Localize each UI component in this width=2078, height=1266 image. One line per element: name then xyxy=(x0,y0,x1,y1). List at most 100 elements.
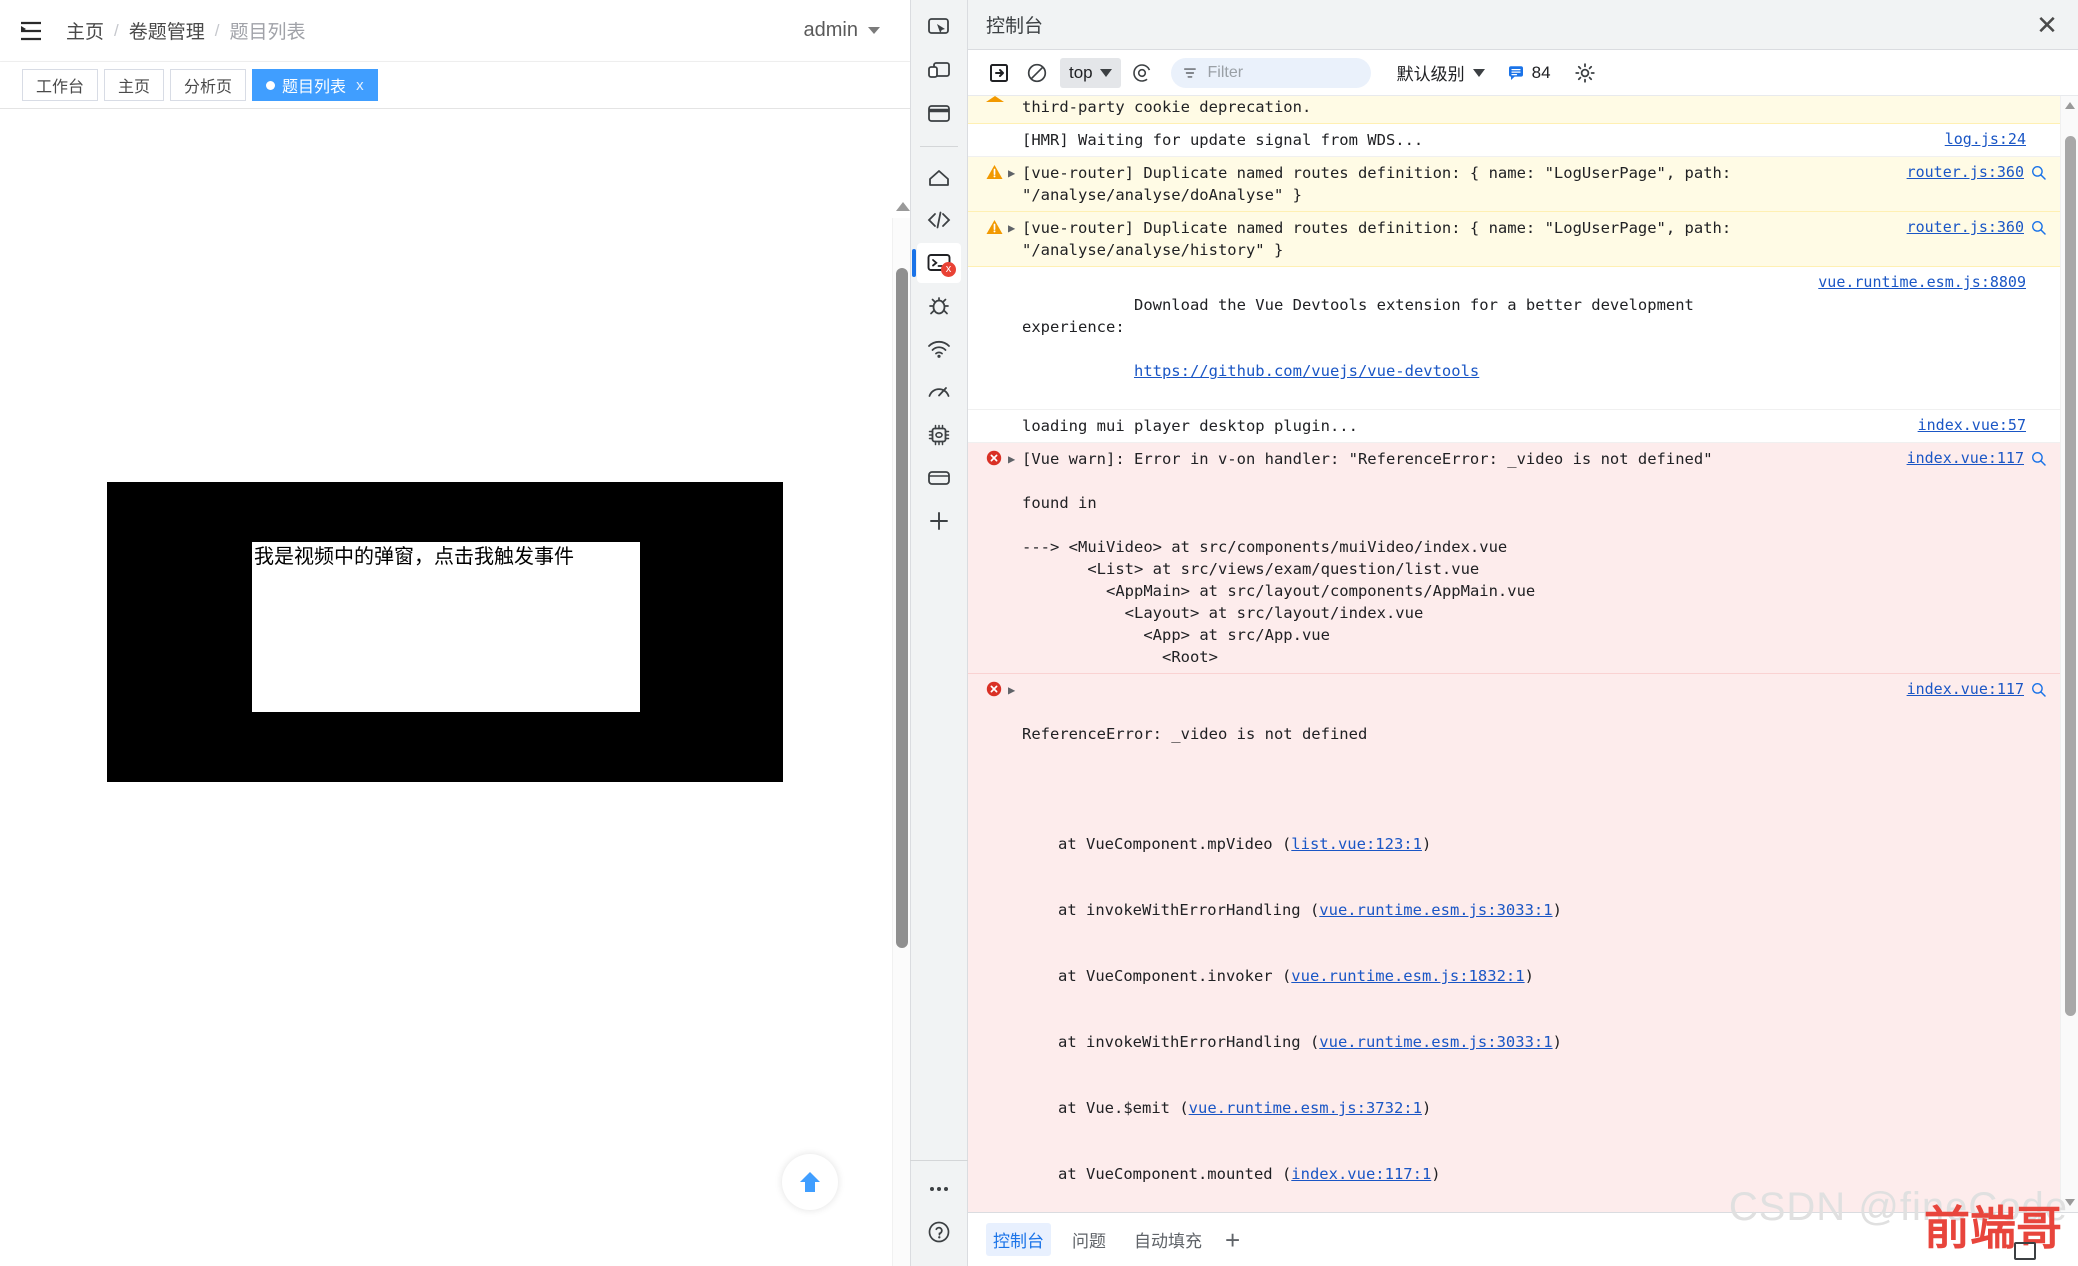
stack-link[interactable]: vue.runtime.esm.js:3732:1 xyxy=(1189,1099,1422,1117)
add-tab-icon[interactable]: + xyxy=(1225,1227,1240,1253)
app-vertical-scrollbar[interactable] xyxy=(892,202,910,1266)
breadcrumb-item-paper-management[interactable]: 卷题管理 xyxy=(129,17,205,44)
expand-arrow-placeholder xyxy=(1008,415,1022,437)
drawer-tab-issues[interactable]: 问题 xyxy=(1065,1223,1113,1256)
performance-gauge-icon[interactable] xyxy=(917,372,961,412)
stack-fn: at invokeWithErrorHandling ( xyxy=(1058,1033,1320,1051)
console-message-error[interactable]: ▶ [Vue warn]: Error in v-on handler: "Re… xyxy=(968,443,2060,674)
expand-arrow-icon[interactable] xyxy=(1008,96,1022,118)
close-icon[interactable]: ✕ xyxy=(2026,6,2068,44)
no-entry-icon[interactable] xyxy=(1020,57,1054,89)
scroll-up-arrow-icon[interactable] xyxy=(896,202,910,211)
add-panel-icon[interactable] xyxy=(917,501,961,541)
help-question-icon[interactable] xyxy=(917,1212,961,1252)
filter-input[interactable] xyxy=(1205,62,1359,83)
expand-arrow-icon[interactable]: ▶ xyxy=(1008,679,1022,1212)
drawer-tab-console[interactable]: 控制台 xyxy=(986,1223,1051,1256)
console-message-log[interactable]: Download the Vue Devtools extension for … xyxy=(968,267,2060,410)
scrollbar-thumb[interactable] xyxy=(896,268,908,948)
gear-icon[interactable] xyxy=(1573,61,1597,85)
warning-triangle-icon xyxy=(986,217,1008,261)
tab-home[interactable]: 主页 xyxy=(104,69,165,101)
magnifier-placeholder xyxy=(2026,415,2046,437)
stack-frame: at Vue.$emit (vue.runtime.esm.js:3732:1) xyxy=(1058,1097,1889,1119)
console-toolbar: top 默认级别 84 xyxy=(968,50,2078,96)
console-message-log[interactable]: [HMR] Waiting for update signal from WDS… xyxy=(968,124,2060,157)
console-source-link[interactable]: router.js:360 xyxy=(1899,162,2024,183)
console-log-area[interactable]: third-party cookie deprecation. [HMR] Wa… xyxy=(968,96,2078,1212)
drawer-tab-autofill[interactable]: 自动填充 xyxy=(1127,1223,1209,1256)
scrollbar-thumb[interactable] xyxy=(2065,136,2076,1016)
magnifier-icon[interactable] xyxy=(2024,162,2046,206)
back-to-top-button[interactable] xyxy=(782,1154,838,1210)
magnifier-icon[interactable] xyxy=(2024,448,2046,668)
console-source-link[interactable]: index.vue:117 xyxy=(1899,679,2024,700)
video-overlay-popup[interactable]: 我是视频中的弹窗，点击我触发事件 xyxy=(252,542,640,712)
console-message-log[interactable]: loading mui player desktop plugin... ind… xyxy=(968,410,2060,443)
breadcrumb-item-home[interactable]: 主页 xyxy=(66,17,104,44)
stack-link[interactable]: list.vue:123:1 xyxy=(1291,835,1422,853)
stack-link[interactable]: vue.runtime.esm.js:3033:1 xyxy=(1319,1033,1552,1051)
console-messages: third-party cookie deprecation. [HMR] Wa… xyxy=(968,96,2060,1212)
close-icon[interactable]: x xyxy=(356,78,364,93)
network-wifi-icon[interactable] xyxy=(917,329,961,369)
console-source-link[interactable]: index.vue:117 xyxy=(1899,448,2024,469)
scroll-up-arrow-icon[interactable] xyxy=(2065,102,2075,109)
expand-arrow-icon[interactable]: ▶ xyxy=(1008,162,1022,206)
clear-console-icon[interactable] xyxy=(982,57,1016,89)
memory-chip-icon[interactable] xyxy=(917,415,961,455)
arrow-up-icon xyxy=(800,1172,820,1192)
more-options-icon[interactable] xyxy=(917,1169,961,1209)
execution-context-select[interactable]: top xyxy=(1060,57,1121,88)
stack-frame: at VueComponent.mounted (index.vue:117:1… xyxy=(1058,1163,1889,1185)
console-scrollbar[interactable] xyxy=(2060,96,2078,1212)
devtools-drawer-tabbar: 控制台 问题 自动填充 + xyxy=(968,1212,2078,1266)
home-icon[interactable] xyxy=(917,157,961,197)
magnifier-icon[interactable] xyxy=(2024,679,2046,1212)
window-icon[interactable] xyxy=(917,94,961,134)
live-expression-eye-icon[interactable] xyxy=(1125,57,1159,89)
inspect-element-icon[interactable] xyxy=(917,8,961,48)
bug-debug-icon[interactable] xyxy=(917,286,961,326)
breadcrumb-item-question-list: 题目列表 xyxy=(229,22,306,43)
filter-box[interactable] xyxy=(1170,57,1371,88)
vue-devtools-link[interactable]: https://github.com/vuejs/vue-devtools xyxy=(1134,362,1479,380)
user-menu[interactable]: admin xyxy=(804,19,890,42)
scroll-down-arrow-icon[interactable] xyxy=(2065,1199,2075,1206)
issues-counter[interactable]: 84 xyxy=(1507,63,1551,83)
console-message-text: [vue-router] Duplicate named routes defi… xyxy=(1022,219,1741,259)
stack-frames: at VueComponent.mpVideo (list.vue:123:1)… xyxy=(1022,789,1889,1212)
video-player[interactable]: 我是视频中的弹窗，点击我触发事件 xyxy=(107,482,783,782)
issues-bubble-icon xyxy=(1508,65,1523,80)
console-message-warning[interactable]: third-party cookie deprecation. xyxy=(968,96,2060,124)
tab-workbench[interactable]: 工作台 xyxy=(22,69,99,101)
console-source-link[interactable]: index.vue:57 xyxy=(1910,415,2026,436)
log-level-select[interactable]: 默认级别 xyxy=(1397,60,1485,85)
console-source-link[interactable]: vue.runtime.esm.js:8809 xyxy=(1810,272,2026,293)
hamburger-menu-icon[interactable] xyxy=(18,19,44,43)
stack-fn: at VueComponent.mounted ( xyxy=(1058,1165,1292,1183)
stack-link[interactable]: vue.runtime.esm.js:3033:1 xyxy=(1319,901,1552,919)
sources-code-icon[interactable] xyxy=(917,200,961,240)
tab-analysis[interactable]: 分析页 xyxy=(170,69,247,101)
console-source-link[interactable]: router.js:360 xyxy=(1899,217,2024,238)
console-message-error[interactable]: ▶ ReferenceError: _video is not defined … xyxy=(968,674,2060,1212)
tab-question-list[interactable]: 题目列表 x xyxy=(252,69,378,101)
device-toolbar-icon[interactable] xyxy=(917,51,961,91)
console-message-warning[interactable]: ▶ [vue-router] Duplicate named routes de… xyxy=(968,212,2060,267)
stack-frame: at VueComponent.mpVideo (list.vue:123:1) xyxy=(1058,833,1889,855)
stack-tail: ) xyxy=(1421,835,1432,853)
breadcrumb: 主页 / 卷题管理 / 题目列表 xyxy=(66,17,306,44)
console-message-text: third-party cookie deprecation. xyxy=(1022,98,1312,116)
application-window-icon[interactable] xyxy=(917,458,961,498)
stack-link[interactable]: vue.runtime.esm.js:1832:1 xyxy=(1291,967,1524,985)
console-message-warning[interactable]: ▶ [vue-router] Duplicate named routes de… xyxy=(968,157,2060,212)
expand-arrow-placeholder xyxy=(1008,129,1022,151)
console-icon[interactable]: x xyxy=(912,243,961,283)
console-source-link[interactable]: log.js:24 xyxy=(1937,129,2026,150)
magnifier-icon[interactable] xyxy=(2024,217,2046,261)
console-message-text: [HMR] Waiting for update signal from WDS… xyxy=(1022,131,1424,149)
stack-link[interactable]: index.vue:117:1 xyxy=(1291,1165,1431,1183)
expand-arrow-icon[interactable]: ▶ xyxy=(1008,217,1022,261)
expand-arrow-icon[interactable]: ▶ xyxy=(1008,448,1022,668)
